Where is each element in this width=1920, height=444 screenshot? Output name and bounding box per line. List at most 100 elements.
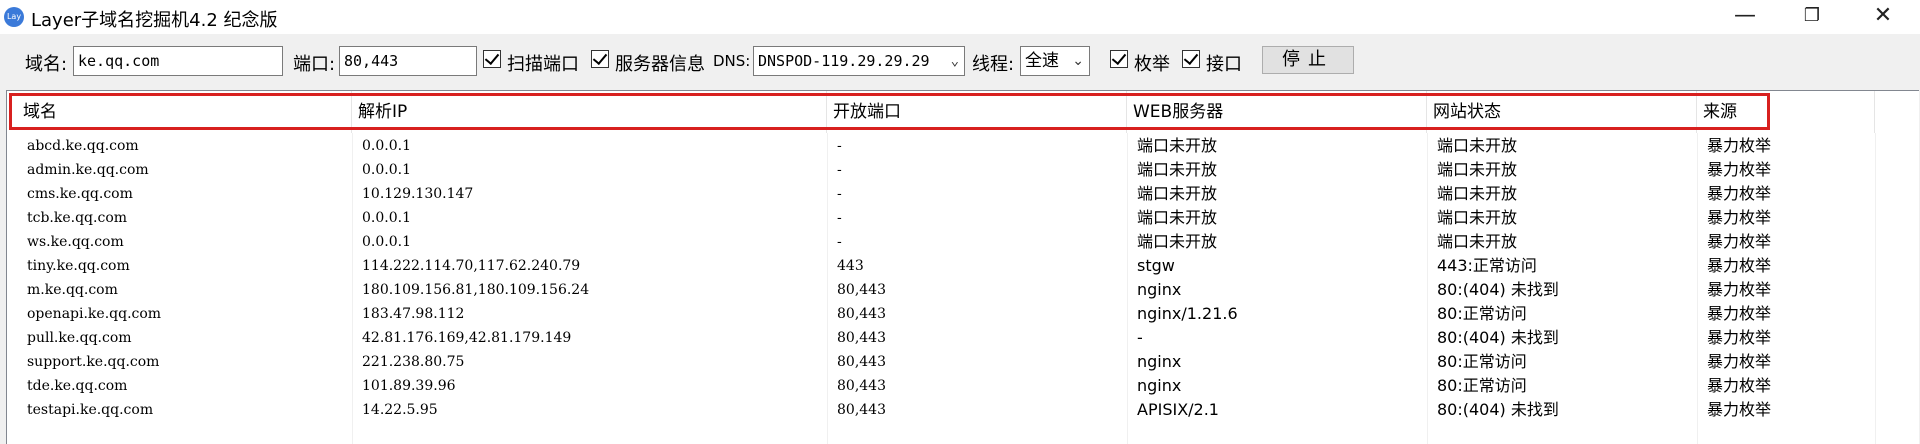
- cell-ip: 221.238.80.75: [362, 354, 465, 370]
- cell-domain: cms.ke.qq.com: [27, 186, 133, 202]
- cell-site-status: 80:(404) 未找到: [1437, 400, 1559, 419]
- stop-button[interactable]: 停止: [1262, 46, 1354, 74]
- table-row[interactable]: support.ke.qq.com 221.238.80.75 80,443 ngin…: [7, 350, 1919, 374]
- cell-domain: openapi.ke.qq.com: [27, 306, 162, 322]
- table-row[interactable]: tcb.ke.qq.com 0.0.0.1 - 端口未开放 端口未开放 暴力枚举: [7, 206, 1919, 230]
- cell-ports: 80,443: [837, 306, 886, 322]
- table-row[interactable]: m.ke.qq.com 180.109.156.81,180.109.156.24…: [7, 278, 1919, 302]
- cell-ports: -: [837, 234, 842, 250]
- cell-source: 暴力枚举: [1707, 328, 1772, 347]
- scan-ports-label: 扫描端口: [507, 54, 579, 75]
- table-row[interactable]: abcd.ke.qq.com 0.0.0.1 - 端口未开放 端口未开放 暴力枚举: [7, 134, 1919, 158]
- cell-source: 暴力枚举: [1707, 256, 1772, 275]
- cell-source: 暴力枚举: [1707, 304, 1772, 323]
- cell-ports: 80,443: [837, 282, 886, 298]
- minimize-button[interactable]: —: [1716, 0, 1774, 34]
- cell-ports: 80,443: [837, 330, 886, 346]
- dns-select[interactable]: DNSPOD-119.29.29.29 ⌄: [753, 46, 965, 76]
- cell-web-server: 端口未开放: [1137, 160, 1218, 179]
- cell-site-status: 端口未开放: [1437, 160, 1518, 179]
- table-row[interactable]: testapi.ke.qq.com 14.22.5.95 80,443 APISIX/…: [7, 398, 1919, 422]
- cell-site-status: 端口未开放: [1437, 232, 1518, 251]
- cell-web-server: APISIX/2.1: [1137, 400, 1219, 419]
- cell-site-status: 80:正常访问: [1437, 376, 1527, 395]
- cell-web-server: -: [1137, 328, 1143, 347]
- cell-ip: 0.0.0.1: [362, 234, 411, 250]
- toolbar: 域名: ke.qq.com 端口: 80,443 扫描端口 服务器信息 DNS:…: [0, 34, 1920, 88]
- cell-web-server: 端口未开放: [1137, 208, 1218, 227]
- column-header-web-server[interactable]: WEB服务器: [1127, 91, 1427, 133]
- cell-source: 暴力枚举: [1707, 352, 1772, 371]
- cell-web-server: 端口未开放: [1137, 184, 1218, 203]
- cell-web-server: nginx: [1137, 280, 1182, 299]
- cell-ip: 42.81.176.169,42.81.179.149: [362, 330, 572, 346]
- threads-select-value: 全速: [1025, 51, 1059, 71]
- cell-ip: 114.222.114.70,117.62.240.79: [362, 258, 581, 274]
- results-table[interactable]: 域名 解析IP 开放端口 WEB服务器 网站状态 来源 abcd.ke.qq.c…: [6, 90, 1919, 444]
- threads-select[interactable]: 全速 ⌄: [1020, 46, 1090, 76]
- chevron-down-icon: ⌄: [950, 53, 959, 69]
- cell-ports: 80,443: [837, 402, 886, 418]
- window-title: Layer子域名挖掘机4.2 纪念版: [31, 10, 278, 31]
- close-button[interactable]: ✕: [1854, 0, 1912, 34]
- cell-domain: ws.ke.qq.com: [27, 234, 124, 250]
- cell-source: 暴力枚举: [1707, 232, 1772, 251]
- port-input[interactable]: 80,443: [339, 46, 477, 76]
- cell-ports: -: [837, 186, 842, 202]
- api-checkbox[interactable]: [1182, 50, 1200, 68]
- cell-ip: 180.109.156.81,180.109.156.24: [362, 282, 590, 298]
- cell-site-status: 80:正常访问: [1437, 352, 1527, 371]
- scan-ports-checkbox[interactable]: [483, 50, 501, 68]
- threads-label: 线程:: [972, 54, 1015, 75]
- cell-source: 暴力枚举: [1707, 280, 1772, 299]
- cell-site-status: 80:(404) 未找到: [1437, 280, 1559, 299]
- cell-ports: -: [837, 138, 842, 154]
- cell-source: 暴力枚举: [1707, 136, 1772, 155]
- domain-input[interactable]: ke.qq.com: [73, 46, 283, 76]
- cell-web-server: nginx/1.21.6: [1137, 304, 1238, 323]
- brute-checkbox[interactable]: [1110, 50, 1128, 68]
- table-row[interactable]: openapi.ke.qq.com 183.47.98.112 80,443 ngin…: [7, 302, 1919, 326]
- table-row[interactable]: ws.ke.qq.com 0.0.0.1 - 端口未开放 端口未开放 暴力枚举: [7, 230, 1919, 254]
- column-header-ports[interactable]: 开放端口: [827, 91, 1127, 133]
- cell-web-server: 端口未开放: [1137, 232, 1218, 251]
- cell-domain: testapi.ke.qq.com: [27, 402, 154, 418]
- cell-source: 暴力枚举: [1707, 400, 1772, 419]
- cell-web-server: nginx: [1137, 352, 1182, 371]
- column-header-domain[interactable]: 域名: [17, 91, 352, 133]
- chevron-down-icon: ⌄: [1072, 53, 1084, 69]
- cell-ip: 10.129.130.147: [362, 186, 474, 202]
- cell-site-status: 端口未开放: [1437, 184, 1518, 203]
- cell-source: 暴力枚举: [1707, 376, 1772, 395]
- column-header-source[interactable]: 来源: [1697, 91, 1875, 133]
- column-header-ip[interactable]: 解析IP: [352, 91, 827, 133]
- cell-ip: 0.0.0.1: [362, 210, 411, 226]
- cell-domain: abcd.ke.qq.com: [27, 138, 139, 154]
- table-row[interactable]: tiny.ke.qq.com 114.222.114.70,117.62.240.…: [7, 254, 1919, 278]
- cell-domain: support.ke.qq.com: [27, 354, 160, 370]
- column-header-site-status[interactable]: 网站状态: [1427, 91, 1697, 133]
- table-row[interactable]: cms.ke.qq.com 10.129.130.147 - 端口未开放 端口未开放 暴力…: [7, 182, 1919, 206]
- server-info-checkbox[interactable]: [591, 50, 609, 68]
- cell-domain: tiny.ke.qq.com: [27, 258, 130, 274]
- restore-button[interactable]: ❐: [1783, 0, 1841, 34]
- cell-ip: 183.47.98.112: [362, 306, 465, 322]
- table-row[interactable]: admin.ke.qq.com 0.0.0.1 - 端口未开放 端口未开放 暴力枚举: [7, 158, 1919, 182]
- cell-ip: 14.22.5.95: [362, 402, 438, 418]
- table-row[interactable]: pull.ke.qq.com 42.81.176.169,42.81.179.14…: [7, 326, 1919, 350]
- cell-ports: 80,443: [837, 354, 886, 370]
- table-row[interactable]: tde.ke.qq.com 101.89.39.96 80,443 nginx 80:正…: [7, 374, 1919, 398]
- dns-select-value: DNSPOD-119.29.29.29: [758, 52, 930, 70]
- dns-label: DNS:: [713, 52, 751, 70]
- table-header: 域名 解析IP 开放端口 WEB服务器 网站状态 来源: [7, 91, 1919, 133]
- cell-domain: m.ke.qq.com: [27, 282, 118, 298]
- cell-web-server: nginx: [1137, 376, 1182, 395]
- cell-ip: 0.0.0.1: [362, 138, 411, 154]
- domain-label: 域名:: [25, 54, 68, 75]
- cell-ports: -: [837, 162, 842, 178]
- port-label: 端口:: [293, 54, 336, 75]
- cell-site-status: 端口未开放: [1437, 208, 1518, 227]
- cell-ports: 80,443: [837, 378, 886, 394]
- cell-domain: admin.ke.qq.com: [27, 162, 149, 178]
- cell-site-status: 80:(404) 未找到: [1437, 328, 1559, 347]
